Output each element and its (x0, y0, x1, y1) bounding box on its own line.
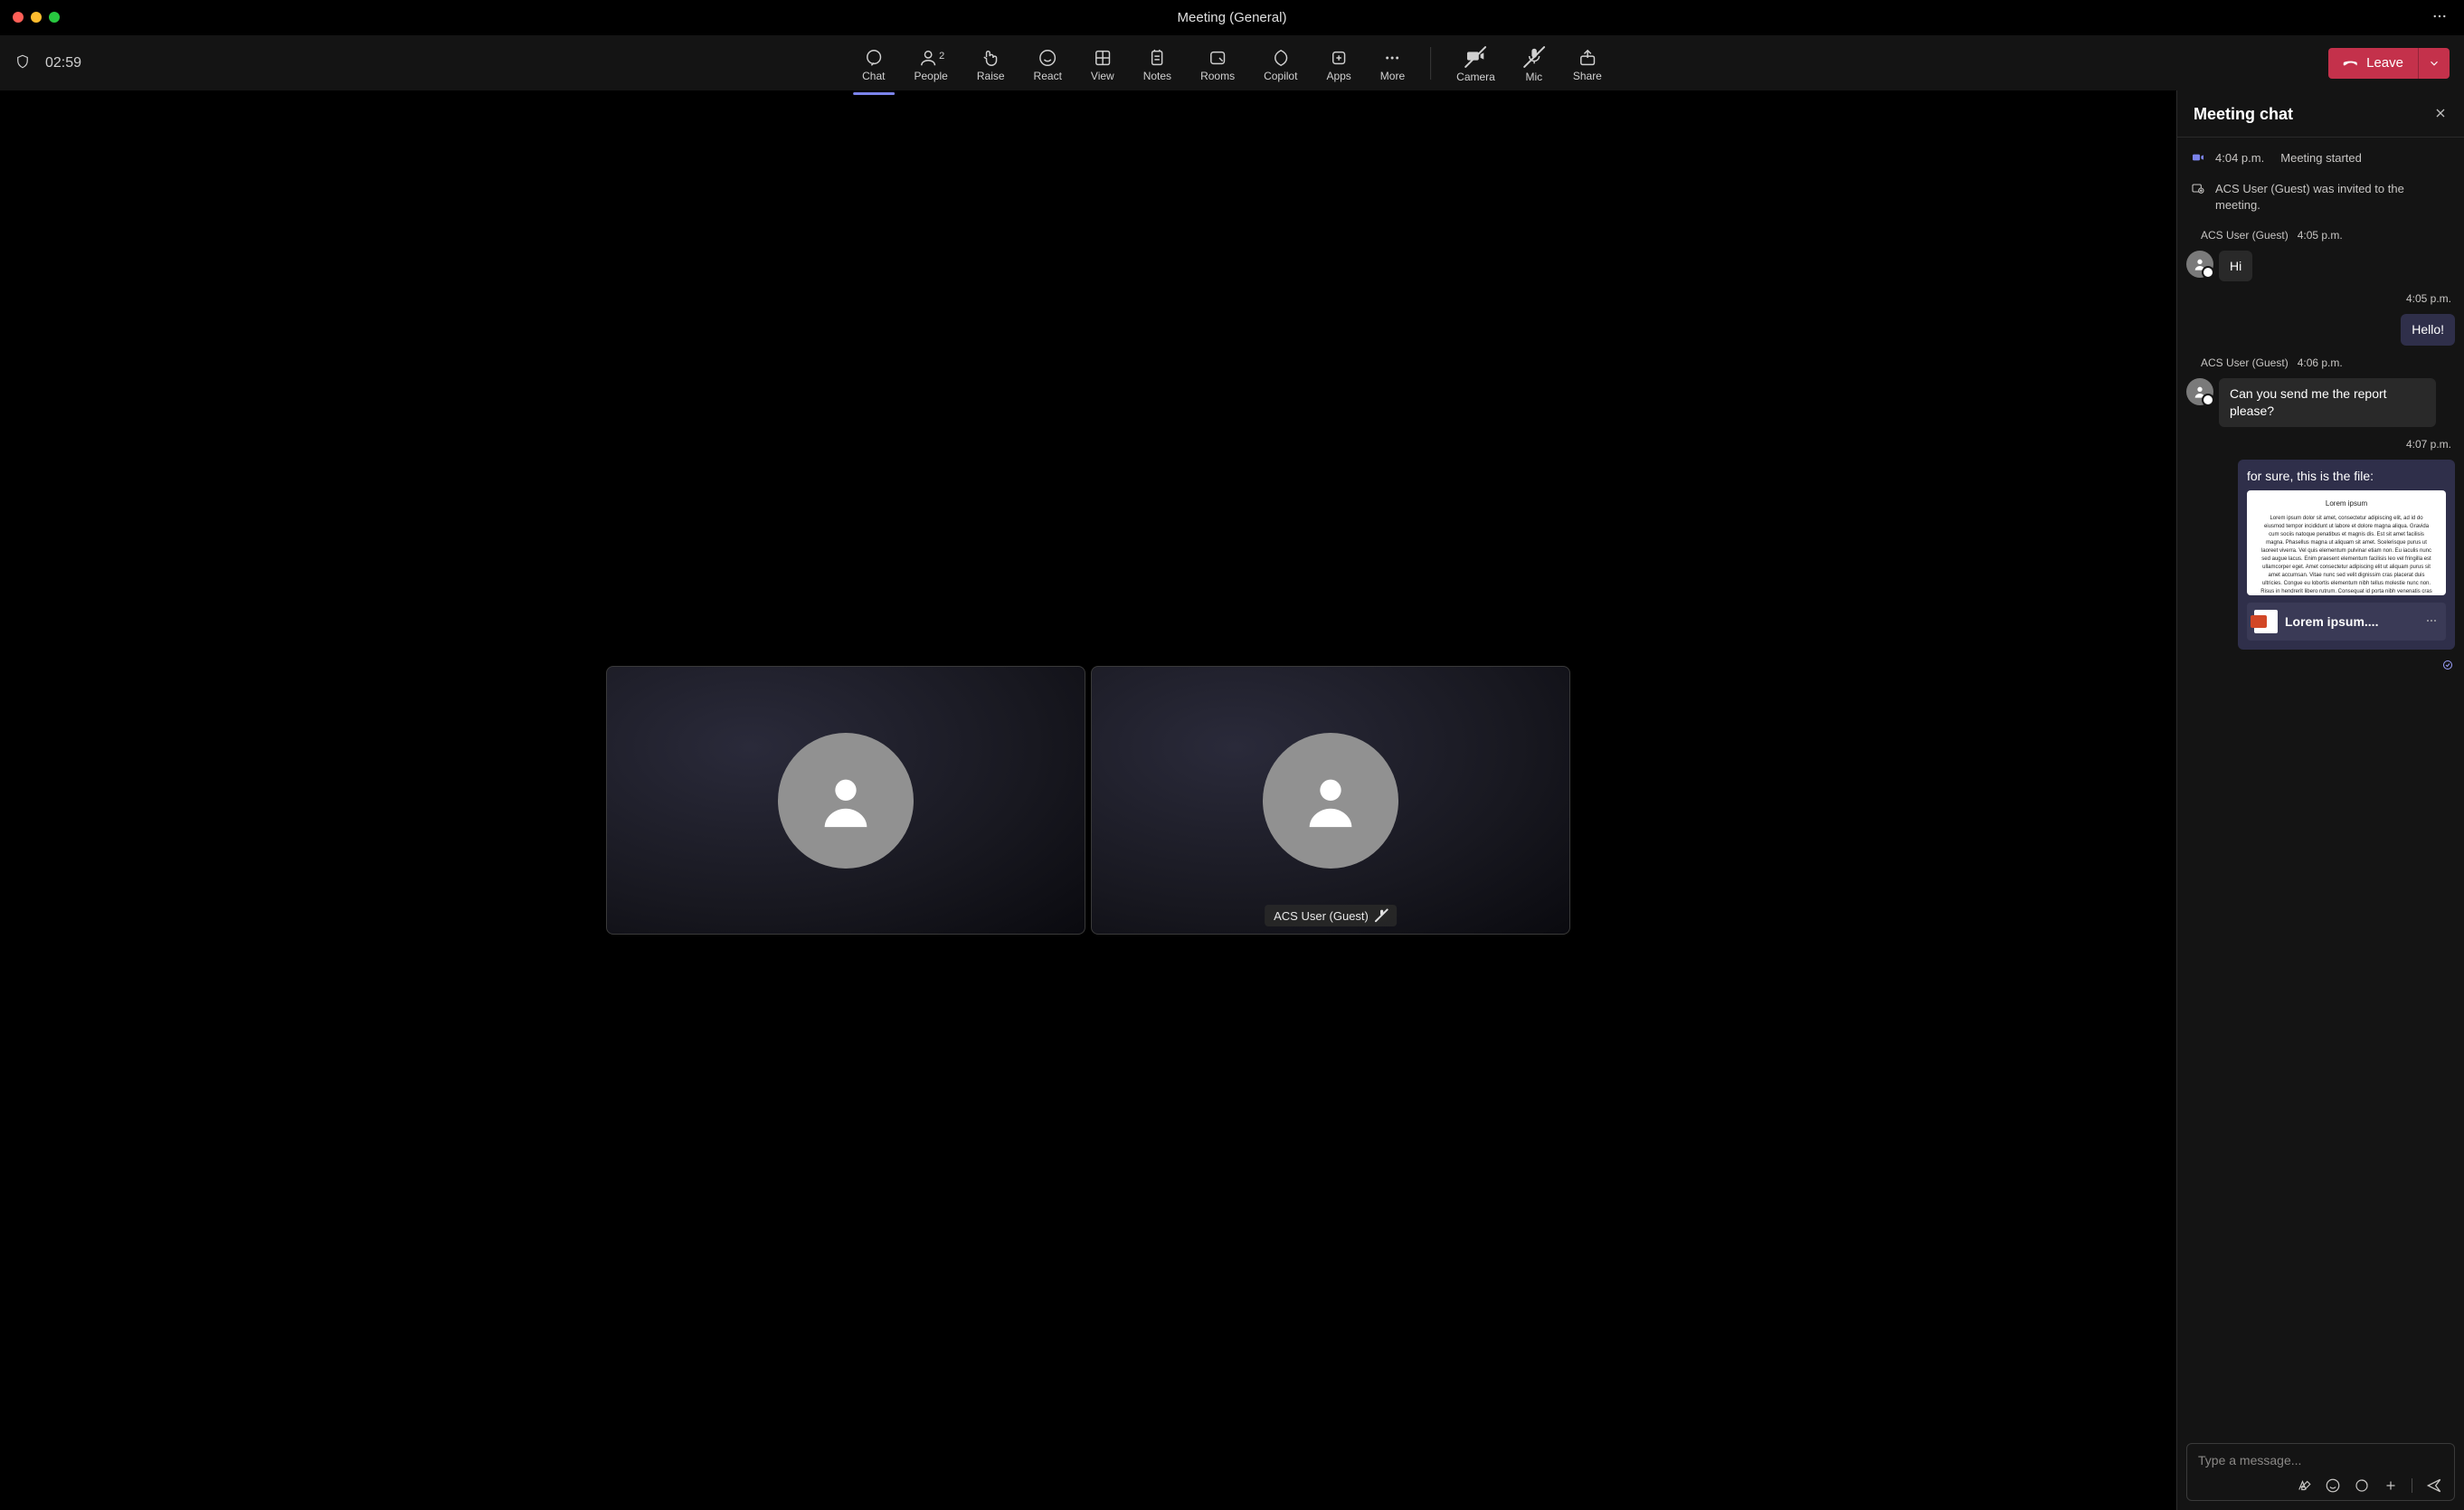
leave-label: Leave (2366, 55, 2403, 71)
system-message: ACS User (Guest) was invited to the meet… (2186, 177, 2455, 217)
message-input[interactable] (2198, 1453, 2443, 1467)
zoom-window-button[interactable] (49, 12, 60, 23)
message-text: for sure, this is the file: (2247, 469, 2446, 483)
avatar-icon (1263, 733, 1398, 869)
share-button[interactable]: Share (1569, 44, 1606, 82)
loop-button[interactable] (2354, 1477, 2370, 1494)
minimize-window-button[interactable] (31, 12, 42, 23)
people-label: People (914, 70, 947, 82)
participant-label: ACS User (Guest) (1265, 905, 1397, 926)
chat-label: Chat (862, 70, 885, 82)
raise-label: Raise (977, 70, 1005, 82)
meeting-timer: 02:59 (45, 55, 81, 71)
system-text: Meeting started (2280, 151, 2362, 165)
video-stage: ACS User (Guest) (0, 90, 2176, 1510)
close-window-button[interactable] (13, 12, 24, 23)
close-chat-button[interactable] (2433, 106, 2448, 123)
message-bubble[interactable]: Can you send me the report please? (2219, 378, 2436, 427)
chat-messages: 4:04 p.m. Meeting started ACS User (Gues… (2177, 138, 2464, 1434)
people-button[interactable]: 2 People (910, 44, 951, 82)
read-receipt-icon (2442, 657, 2455, 673)
toolbar-separator (1430, 47, 1431, 80)
people-count: 2 (939, 51, 944, 62)
compose-area (2177, 1434, 2464, 1510)
participant-tile-2[interactable]: ACS User (Guest) (1091, 666, 1570, 935)
video-icon (2190, 150, 2206, 166)
share-label: Share (1573, 70, 1602, 82)
message-time: 4:05 p.m. (2298, 229, 2343, 242)
chat-button[interactable]: Chat (858, 44, 888, 82)
file-more-button[interactable] (2424, 613, 2439, 631)
avatar-icon (2186, 378, 2213, 405)
shield-icon[interactable] (14, 53, 31, 72)
message-sender: ACS User (Guest) (2201, 229, 2289, 242)
titlebar: Meeting (General) (0, 0, 2464, 34)
rooms-label: Rooms (1200, 70, 1235, 82)
mic-off-icon (1524, 46, 1544, 69)
mic-muted-icon (1376, 908, 1388, 923)
copilot-button[interactable]: Copilot (1260, 44, 1301, 82)
file-message[interactable]: for sure, this is the file: Lorem ipsum … (2238, 460, 2455, 650)
person-add-icon (2190, 181, 2206, 214)
file-name: Lorem ipsum.... (2285, 614, 2417, 629)
title-more-button[interactable] (2431, 8, 2448, 27)
message-time: 4:05 p.m. (2406, 292, 2451, 305)
raise-button[interactable]: Raise (973, 44, 1009, 82)
emoji-button[interactable] (2325, 1477, 2341, 1494)
doc-preview-title: Lorem ipsum (2326, 499, 2367, 508)
message-bubble[interactable]: Hello! (2401, 314, 2455, 346)
doc-preview-body: Lorem ipsum dolor sit amet, consectetur … (2260, 515, 2433, 595)
camera-button[interactable]: Camera (1453, 43, 1499, 83)
mic-label: Mic (1525, 71, 1542, 83)
chat-panel: Meeting chat 4:04 p.m. Meeting started (2176, 90, 2464, 1510)
message-time: 4:07 p.m. (2406, 438, 2451, 451)
system-text: ACS User (Guest) was invited to the meet… (2215, 181, 2451, 214)
avatar-icon (2186, 251, 2213, 278)
view-button[interactable]: View (1087, 44, 1118, 82)
chat-panel-title: Meeting chat (2194, 105, 2293, 124)
mic-button[interactable]: Mic (1521, 43, 1548, 83)
camera-off-icon (1465, 46, 1485, 69)
format-button[interactable] (2296, 1477, 2312, 1494)
send-button[interactable] (2425, 1477, 2443, 1495)
powerpoint-icon (2254, 610, 2278, 633)
window-title: Meeting (General) (1178, 10, 1287, 25)
camera-label: Camera (1456, 71, 1495, 83)
message-sender: ACS User (Guest) (2201, 356, 2289, 369)
apps-button[interactable]: Apps (1322, 44, 1354, 82)
view-label: View (1091, 70, 1114, 82)
more-button[interactable]: More (1377, 44, 1408, 82)
leave-options-button[interactable] (2418, 48, 2450, 79)
rooms-button[interactable]: Rooms (1197, 44, 1238, 82)
participant-tile-1[interactable] (606, 666, 1085, 935)
system-time: 4:04 p.m. (2215, 151, 2264, 165)
system-message: 4:04 p.m. Meeting started (2186, 147, 2455, 170)
notes-label: Notes (1143, 70, 1171, 82)
attach-button[interactable] (2383, 1477, 2399, 1494)
meeting-toolbar: 02:59 Chat 2 People Raise React (0, 34, 2464, 90)
react-button[interactable]: React (1030, 44, 1066, 82)
window-controls (13, 12, 60, 23)
message-bubble[interactable]: Hi (2219, 251, 2252, 282)
avatar-icon (778, 733, 914, 869)
message-time: 4:06 p.m. (2298, 356, 2343, 369)
leave-button[interactable]: Leave (2328, 48, 2418, 79)
copilot-label: Copilot (1264, 70, 1297, 82)
participant-name: ACS User (Guest) (1274, 909, 1369, 923)
more-label: More (1380, 70, 1405, 82)
react-label: React (1034, 70, 1062, 82)
notes-button[interactable]: Notes (1140, 44, 1175, 82)
file-preview: Lorem ipsum Lorem ipsum dolor sit amet, … (2247, 490, 2446, 595)
apps-label: Apps (1326, 70, 1350, 82)
